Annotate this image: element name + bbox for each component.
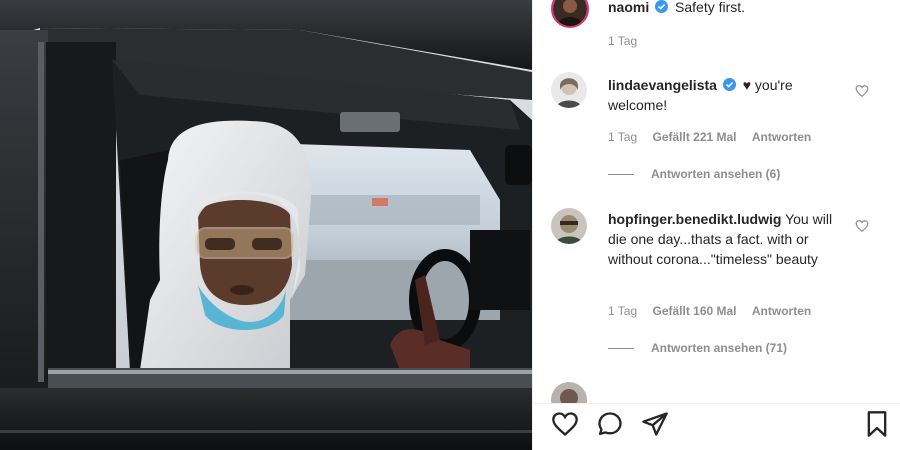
- view-replies-label: Antworten ansehen (6): [651, 167, 781, 181]
- view-replies-label: Antworten ansehen (71): [651, 341, 788, 355]
- caption-time[interactable]: 1 Tag: [608, 34, 637, 48]
- reply-button[interactable]: Antworten: [752, 130, 811, 144]
- comment-meta: 1 Tag Gefällt 160 Mal Antworten: [608, 304, 823, 318]
- post-image: [0, 0, 532, 450]
- replies-divider: [608, 174, 634, 176]
- comment-time[interactable]: 1 Tag: [608, 130, 637, 144]
- comment-icon[interactable]: [596, 410, 624, 438]
- comment-likes[interactable]: Gefällt 160 Mal: [652, 304, 736, 318]
- verified-badge-icon: [655, 0, 669, 13]
- heart-outline-icon[interactable]: [855, 219, 869, 233]
- bookmark-icon[interactable]: [863, 410, 891, 438]
- share-icon[interactable]: [641, 410, 669, 438]
- post-action-bar: [533, 403, 900, 450]
- comments-list[interactable]: naomi Safety first. 1 Tag lindaevangelis…: [533, 0, 900, 403]
- comment-meta: 1 Tag Gefällt 221 Mal Antworten: [608, 130, 823, 144]
- comment-item: hopfinger.benedikt.ludwig You will die o…: [551, 208, 891, 368]
- comment-item-partial: [551, 382, 891, 403]
- comment-text: hopfinger.benedikt.ludwig You will die o…: [608, 209, 853, 269]
- heart-icon[interactable]: [551, 410, 579, 438]
- post-photo[interactable]: [0, 0, 532, 450]
- caption-meta: 1 Tag: [608, 34, 649, 48]
- view-replies-button[interactable]: Antworten ansehen (6): [608, 167, 780, 181]
- author-avatar[interactable]: [551, 0, 589, 28]
- caption-text: naomi Safety first.: [608, 0, 853, 17]
- comment-time[interactable]: 1 Tag: [608, 304, 637, 318]
- view-replies-button[interactable]: Antworten ansehen (71): [608, 341, 787, 355]
- comment-item: lindaevangelista ♥ you're welcome! 1 Tag…: [551, 72, 891, 192]
- comments-panel: naomi Safety first. 1 Tag lindaevangelis…: [532, 0, 900, 450]
- author-username[interactable]: naomi: [608, 0, 649, 15]
- commenter-avatar[interactable]: [551, 72, 587, 108]
- caption-row: naomi Safety first. 1 Tag: [551, 0, 891, 60]
- commenter-avatar[interactable]: [551, 208, 587, 244]
- caption-body: Safety first.: [675, 0, 746, 15]
- commenter-avatar[interactable]: [551, 382, 587, 403]
- comment-likes[interactable]: Gefällt 221 Mal: [652, 130, 736, 144]
- commenter-username[interactable]: hopfinger.benedikt.ludwig: [608, 211, 781, 227]
- replies-divider: [608, 348, 634, 350]
- commenter-username[interactable]: lindaevangelista: [608, 77, 717, 93]
- comment-text: lindaevangelista ♥ you're welcome!: [608, 75, 853, 115]
- verified-badge-icon: [722, 78, 736, 91]
- heart-outline-icon[interactable]: [855, 84, 869, 98]
- reply-button[interactable]: Antworten: [752, 304, 811, 318]
